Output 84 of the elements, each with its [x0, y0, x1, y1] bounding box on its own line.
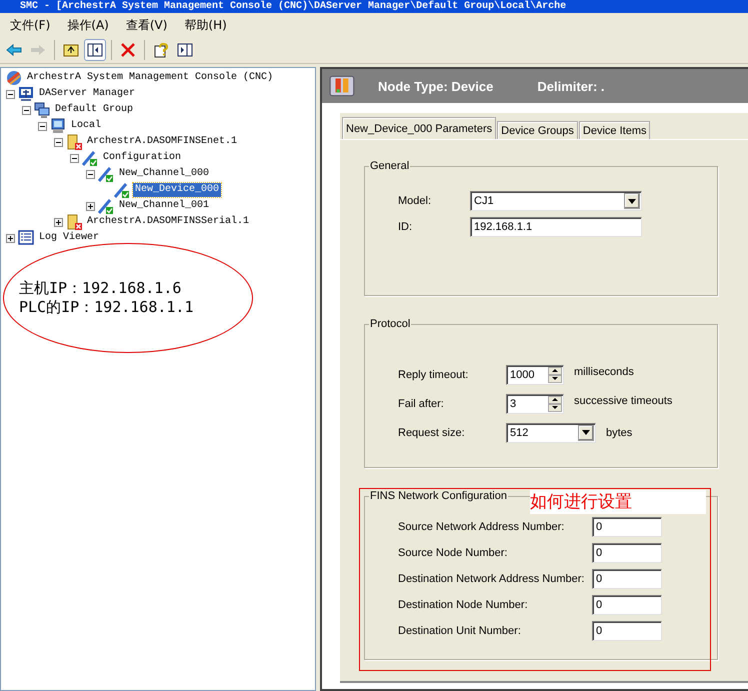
tree-item[interactable]: Log Viewer: [37, 231, 102, 245]
expand-icon[interactable]: [54, 218, 63, 226]
expand-icon[interactable]: [86, 202, 95, 210]
wrench-check-icon: [98, 198, 114, 214]
tree-item[interactable]: ArchestrA.DASOMFINSSerial.1: [85, 215, 252, 229]
computer-icon: [50, 118, 66, 134]
caret-icon: [582, 430, 590, 435]
field-label: Reply timeout:: [397, 368, 470, 380]
annotation-text: 主机IP：192.168.1.6: [19, 279, 182, 298]
wrench-check-icon: [82, 150, 98, 166]
pane-right-icon: [177, 42, 193, 58]
tab[interactable]: Device Groups: [497, 121, 578, 139]
menu-item[interactable]: 操作(A): [67, 16, 109, 34]
delete-icon: [120, 42, 136, 58]
input-field[interactable]: 0: [592, 621, 662, 641]
up-caret-icon: [552, 369, 558, 372]
tab[interactable]: New_Device_000 Parameters: [342, 117, 496, 139]
left-arrow-icon: [6, 42, 22, 58]
globe-icon: [6, 70, 22, 86]
tree-item[interactable]: ArchestrA System Management Console (CNC): [25, 71, 276, 85]
tree-item[interactable]: Local: [69, 119, 104, 133]
tree-item[interactable]: ArchestrA.DASOMFINSEnet.1: [85, 135, 240, 149]
node-type-label: Node Type: Device: [378, 78, 494, 94]
unit-label: milliseconds: [574, 366, 634, 378]
field-label: ID:: [397, 221, 414, 233]
wrench-check-icon: [114, 182, 130, 198]
spin-field[interactable]: 3: [506, 394, 564, 414]
field-label: Destination Node Number:: [397, 599, 529, 611]
unit-label: bytes: [606, 426, 632, 438]
right-arrow-icon: [30, 42, 46, 58]
tree-item[interactable]: New_Channel_000: [117, 167, 212, 181]
field-label: Model:: [397, 195, 432, 207]
wrench-check-icon: [98, 166, 114, 182]
computers-icon: [34, 102, 50, 118]
field-label: Source Node Number:: [397, 547, 508, 559]
tree-item[interactable]: New_Device_000: [133, 183, 222, 197]
input-field[interactable]: 0: [592, 517, 662, 537]
field-label: Destination Unit Number:: [397, 625, 522, 637]
menu-item[interactable]: 文件(F): [10, 16, 50, 34]
group-title: Protocol: [369, 318, 412, 330]
spin-field[interactable]: 1000: [506, 364, 564, 384]
tree-item[interactable]: DAServer Manager: [37, 87, 138, 101]
group-title: FINS Network Configuration: [369, 490, 508, 502]
collapse-icon[interactable]: [38, 122, 47, 130]
collapse-icon[interactable]: [22, 106, 31, 114]
input-field[interactable]: 192.168.1.1: [470, 217, 642, 237]
input-field[interactable]: 0: [592, 595, 662, 615]
tab[interactable]: Device Items: [578, 121, 650, 139]
field-label: Source Network Address Number:: [397, 521, 566, 533]
unit-label: successive timeouts: [574, 394, 672, 406]
menu-item[interactable]: 查看(V): [126, 16, 168, 34]
input-field[interactable]: 0: [592, 569, 662, 589]
delimiter-label: Delimiter: .: [537, 78, 605, 94]
tree-item[interactable]: New_Channel_001: [117, 199, 212, 213]
server-error-icon: [66, 134, 82, 150]
tree-toggle-button[interactable]: [84, 39, 106, 61]
field-label: Request size:: [397, 426, 466, 438]
tree-item[interactable]: Configuration: [101, 151, 184, 165]
tree-item[interactable]: Default Group: [53, 103, 136, 117]
down-caret-icon: [552, 406, 558, 409]
field-label: Fail after:: [397, 398, 445, 410]
up-caret-icon: [552, 398, 558, 401]
field-label: Destination Network Address Number:: [397, 573, 586, 585]
expand-icon[interactable]: [6, 234, 15, 242]
folder-up-icon: [63, 42, 79, 58]
input-field[interactable]: 0: [592, 543, 662, 563]
log-icon: [18, 230, 34, 246]
collapse-icon[interactable]: [54, 138, 63, 146]
collapse-icon[interactable]: [6, 90, 15, 98]
window-title: SMC - [ArchestrA System Management Console (CNC)\DAServer Manager\Default Group\Local\Arche: [0, 0, 748, 13]
caret-icon: [628, 198, 636, 204]
collapse-icon[interactable]: [70, 154, 79, 162]
menu-item[interactable]: 帮助(H): [184, 16, 227, 34]
annotation-text: 如何进行设置: [530, 490, 706, 514]
network-icon: [18, 86, 34, 102]
size-dropdown[interactable]: 512: [506, 422, 596, 442]
collapse-icon[interactable]: [86, 170, 95, 178]
server-error-icon: [66, 214, 82, 230]
down-caret-icon: [552, 377, 558, 380]
pane-left-icon: [87, 42, 103, 58]
help-icon: [153, 42, 169, 58]
model-dropdown[interactable]: CJ1: [470, 191, 642, 211]
group-title: General: [369, 160, 410, 172]
annotation-text: PLC的IP：192.168.1.1: [19, 298, 194, 317]
